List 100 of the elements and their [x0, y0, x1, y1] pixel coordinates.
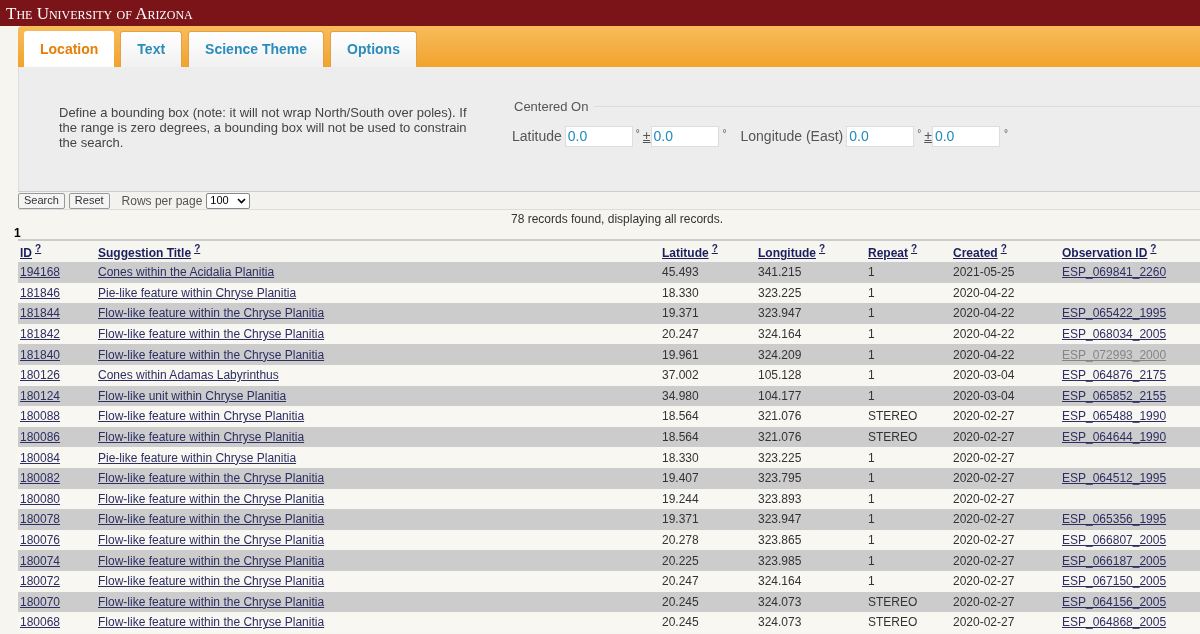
help-link[interactable]: ? — [819, 243, 826, 254]
suggestion-title-link[interactable]: Flow-like feature within the Chryse Planitia — [98, 594, 325, 609]
column-header-link[interactable]: Observation ID — [1062, 246, 1148, 260]
record-id-link[interactable]: 180082 — [20, 471, 61, 486]
help-link[interactable]: ? — [711, 243, 718, 254]
table-link[interactable]: ESP_065852_2155 — [1062, 388, 1167, 403]
table-cell: 2020-02-27 — [953, 533, 1015, 547]
table-cell: 105.128 — [758, 368, 802, 383]
suggestion-title-link[interactable]: Flow-like feature within the Chryse Planitia — [98, 306, 325, 321]
search-tab[interactable]: Text — [120, 31, 183, 67]
page-number[interactable]: 1 — [14, 224, 21, 242]
table-link[interactable]: ESP_066807_2005 — [1062, 533, 1167, 547]
record-id-link[interactable]: 181842 — [20, 327, 61, 342]
suggestion-title-link[interactable]: Flow-like feature within the Chryse Planitia — [98, 553, 325, 568]
suggestion-title-link[interactable]: Flow-like feature within the Chryse Planitia — [98, 533, 325, 547]
table-cell: 1 — [868, 327, 875, 342]
record-id-link[interactable]: 180126 — [20, 368, 61, 383]
table-link[interactable]: ESP_064644_1990 — [1062, 430, 1167, 445]
form-button[interactable]: Reset — [68, 192, 110, 209]
record-id-link[interactable]: 180088 — [20, 409, 61, 424]
record-id-link[interactable]: 180074 — [20, 553, 61, 568]
suggestion-title-link[interactable]: Flow-like feature within Chryse Planitia — [98, 409, 305, 424]
record-id-link[interactable]: 181840 — [20, 347, 61, 362]
suggestion-title-link[interactable]: Flow-like feature within Chryse Planitia — [98, 430, 305, 445]
suggestion-title-link[interactable]: Flow-like feature within the Chryse Planitia — [98, 471, 325, 486]
table-cell: STEREO — [868, 615, 918, 630]
table-cell: 18.564 — [662, 409, 699, 424]
plus-minus-symbol: ± — [642, 126, 651, 146]
plus-minus-symbol: ± — [924, 126, 932, 146]
table-cell: 2020-02-27 — [953, 409, 1015, 424]
table-cell: 2020-02-27 — [953, 512, 1015, 527]
suggestion-title-link[interactable]: Flow-like feature within the Chryse Planitia — [98, 491, 325, 506]
column-header-link[interactable]: Suggestion Title — [98, 246, 192, 260]
record-id-link[interactable]: 194168 — [20, 265, 61, 280]
suggestion-title-link[interactable]: Flow-like feature within the Chryse Planitia — [98, 615, 325, 630]
record-id-link[interactable]: 180084 — [20, 450, 61, 465]
suggestion-title-link[interactable]: Cones within the Acidalia Planitia — [98, 265, 275, 280]
table-link[interactable]: ESP_064156_2005 — [1062, 594, 1167, 609]
help-link[interactable]: ? — [911, 243, 918, 254]
table-cell: 20.245 — [662, 615, 699, 630]
table-cell: 321.076 — [758, 430, 802, 445]
search-tab[interactable]: Science Theme — [188, 31, 325, 67]
search-tab[interactable]: Options — [330, 31, 417, 67]
suggestion-title-link[interactable]: Flow-like unit within Chryse Planitia — [98, 388, 287, 403]
degree-symbol: ° — [722, 126, 727, 141]
table-cell: 2020-02-27 — [953, 471, 1015, 486]
table-link[interactable]: ESP_064512_1995 — [1062, 471, 1167, 486]
range-field[interactable]: 0.0 — [931, 125, 1000, 147]
suggestion-title-link[interactable]: Cones within Adamas Labyrinthus — [98, 368, 279, 383]
suggestion-title-link[interactable]: Flow-like feature within the Chryse Planitia — [98, 574, 325, 589]
help-link[interactable]: ? — [1150, 243, 1157, 254]
suggestion-title-link[interactable]: Flow-like feature within the Chryse Planitia — [98, 327, 325, 342]
table-cell: 2020-02-27 — [953, 553, 1015, 568]
table-link[interactable]: ESP_067150_2005 — [1062, 574, 1167, 589]
table-cell: 324.164 — [758, 327, 802, 342]
table-link[interactable]: ESP_068034_2005 — [1062, 327, 1167, 342]
record-id-link[interactable]: 181846 — [20, 285, 61, 300]
help-link[interactable]: ? — [194, 243, 201, 254]
rows-per-page-select[interactable]: 100 — [206, 192, 251, 209]
table-link[interactable]: ESP_069841_2260 — [1062, 265, 1167, 280]
suggestion-title-link[interactable]: Pie-like feature within Chryse Planitia — [98, 285, 297, 300]
value-field[interactable]: 0.0 — [846, 125, 915, 147]
table-cell: 1 — [868, 574, 875, 589]
form-button[interactable]: Search — [18, 192, 65, 209]
table-link[interactable]: ESP_064868_2005 — [1062, 615, 1167, 630]
range-field[interactable]: 0.0 — [650, 125, 719, 147]
column-header-link[interactable]: Repeat — [868, 246, 908, 260]
suggestion-title-link[interactable]: Pie-like feature within Chryse Planitia — [98, 450, 297, 465]
column-header-link[interactable]: Longitude — [758, 246, 816, 260]
table-cell: 2020-04-22 — [953, 306, 1015, 321]
record-id-link[interactable]: 180124 — [20, 388, 61, 403]
suggestion-title-link[interactable]: Flow-like feature within the Chryse Planitia — [98, 347, 325, 362]
table-cell: 323.225 — [758, 450, 802, 465]
suggestion-title-link[interactable]: Flow-like feature within the Chryse Planitia — [98, 512, 325, 527]
value-field[interactable]: 0.0 — [564, 125, 633, 147]
table-link[interactable]: ESP_064876_2175 — [1062, 368, 1167, 383]
record-id-link[interactable]: 180078 — [20, 512, 61, 527]
table-cell: 2020-02-27 — [953, 574, 1015, 589]
table-cell: 18.330 — [662, 285, 699, 300]
table-link[interactable]: ESP_066187_2005 — [1062, 553, 1167, 568]
table-link[interactable]: ESP_065422_1995 — [1062, 306, 1167, 321]
record-id-link[interactable]: 180080 — [20, 491, 61, 506]
table-cell: 1 — [868, 450, 875, 465]
record-id-link[interactable]: 180072 — [20, 574, 61, 589]
record-id-link[interactable]: 180086 — [20, 430, 61, 445]
help-link[interactable]: ? — [1000, 243, 1007, 254]
table-link[interactable]: ESP_065356_1995 — [1062, 512, 1167, 527]
column-header-link[interactable]: Latitude — [662, 246, 709, 260]
site-title: The University of Arizona — [6, 4, 193, 22]
table-link[interactable]: ESP_065488_1990 — [1062, 409, 1167, 424]
record-id-link[interactable]: 181844 — [20, 306, 61, 321]
help-link[interactable]: ? — [35, 243, 42, 254]
column-header-link[interactable]: ID — [20, 246, 32, 260]
record-id-link[interactable]: 180076 — [20, 533, 61, 547]
record-id-link[interactable]: 180068 — [20, 615, 61, 630]
record-id-link[interactable]: 180070 — [20, 594, 61, 609]
table-cell: 1 — [868, 491, 875, 506]
table-cell: 1 — [868, 306, 875, 321]
field-label: Longitude (East) — [740, 126, 844, 146]
column-header-link[interactable]: Created — [953, 246, 998, 260]
